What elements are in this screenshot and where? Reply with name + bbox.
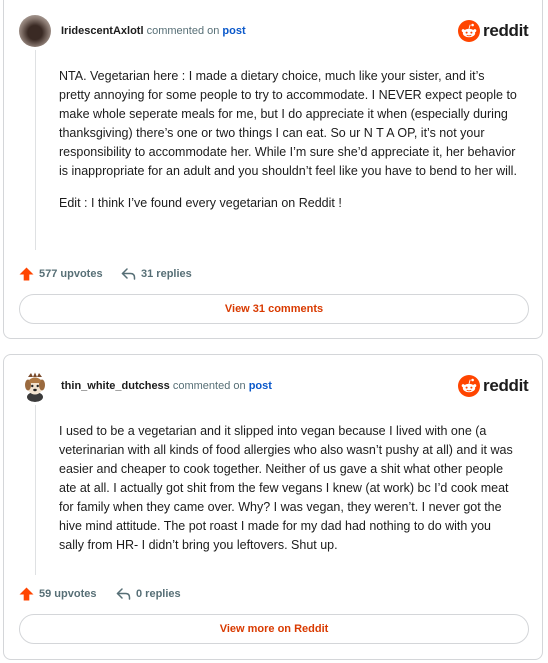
reply-count: 31 replies xyxy=(141,268,192,280)
comment-meta: thin_white_dutchess commented on post xyxy=(61,379,272,393)
dog-avatar-icon xyxy=(25,372,45,402)
commented-on-text: commented on xyxy=(146,25,220,37)
upvote-arrow-icon xyxy=(19,267,34,281)
post-link[interactable]: post xyxy=(222,25,245,37)
reddit-brand[interactable]: reddit xyxy=(458,19,529,43)
username[interactable]: thin_white_dutchess xyxy=(61,380,170,392)
username[interactable]: IridescentAxlotl xyxy=(61,25,144,37)
comment-paragraph: Edit : I think I’ve found every vegetari… xyxy=(59,196,342,210)
brand-wordmark: reddit xyxy=(483,376,529,395)
view-comments-button[interactable]: View 31 comments xyxy=(19,294,529,324)
comment-header: thin_white_dutchess commented on post re… xyxy=(19,370,529,402)
commented-on-text: commented on xyxy=(172,380,246,392)
post-link[interactable]: post xyxy=(249,380,272,392)
thread-line xyxy=(35,405,36,575)
comment-card: IridescentAxlotl commented on post reddi… xyxy=(3,0,543,339)
reply-arrow-icon xyxy=(116,588,131,600)
comment-meta: IridescentAxlotl commented on post xyxy=(61,24,246,38)
comment-header: IridescentAxlotl commented on post reddi… xyxy=(19,15,529,47)
reply-count: 0 replies xyxy=(136,588,181,600)
comment-paragraph: I used to be a vegetarian and it slipped… xyxy=(59,424,513,552)
user-avatar[interactable] xyxy=(19,15,51,47)
reply-arrow-icon xyxy=(121,268,136,280)
upvote-arrow-icon xyxy=(19,587,34,601)
comment-card: thin_white_dutchess commented on post re… xyxy=(3,354,543,660)
reddit-brand[interactable]: reddit xyxy=(458,374,529,398)
view-more-on-reddit-button[interactable]: View more on Reddit xyxy=(19,614,529,644)
comment-body: I used to be a vegetarian and it slipped… xyxy=(59,422,519,568)
upvote-count: 577 upvotes xyxy=(39,268,103,280)
brand-wordmark: reddit xyxy=(483,21,529,40)
user-avatar[interactable] xyxy=(19,370,51,402)
comment-body: NTA. Vegetarian here : I made a dietary … xyxy=(59,67,519,226)
reddit-snoo-icon xyxy=(458,20,480,42)
reddit-snoo-icon xyxy=(458,375,480,397)
upvote-count: 59 upvotes xyxy=(39,588,97,600)
comment-paragraph: NTA. Vegetarian here : I made a dietary … xyxy=(59,69,517,178)
thread-line xyxy=(35,50,36,250)
